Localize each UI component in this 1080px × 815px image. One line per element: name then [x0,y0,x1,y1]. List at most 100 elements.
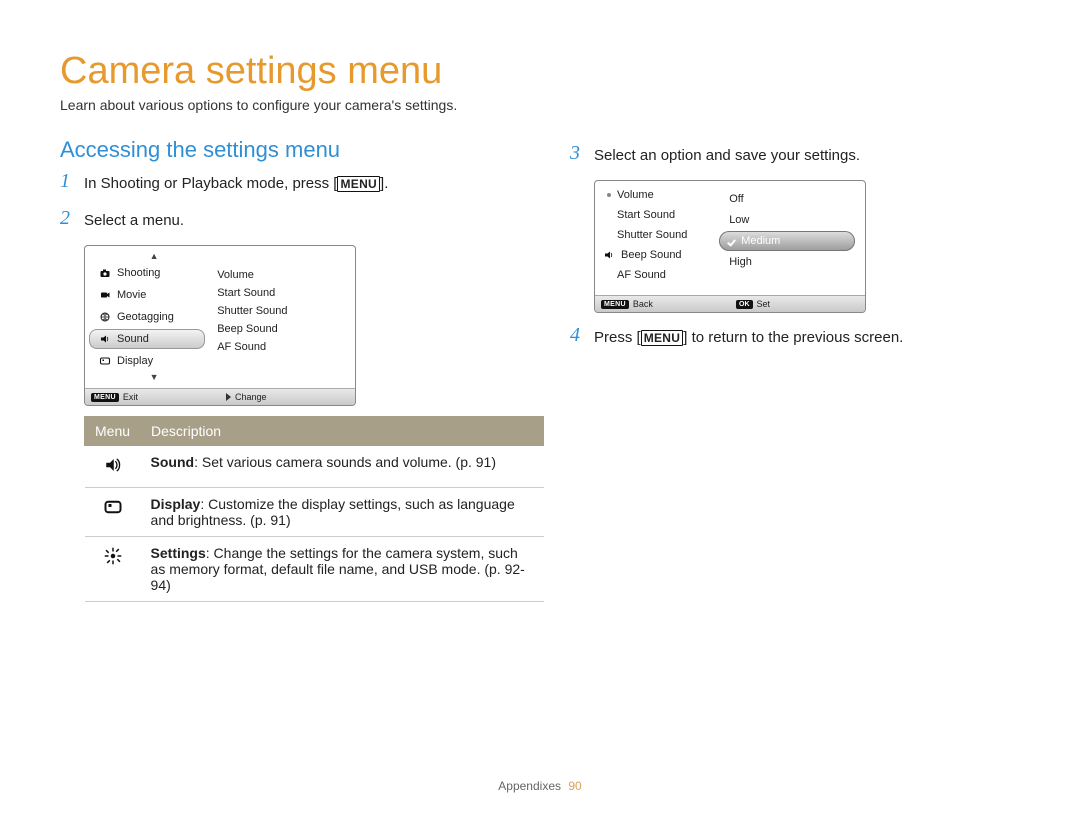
footer-back-label: Back [633,299,653,309]
movie-icon [99,289,111,301]
steps-list-right: 3 Select an option and save your setting… [570,143,1020,166]
footer-page-number: 90 [568,779,581,793]
table-header-desc: Description [141,417,544,446]
check-icon [729,236,737,244]
option-row: Shutter Sound [595,225,719,245]
menu-item-movie: Movie [89,285,205,305]
step-text: Select an option and save your settings. [594,143,860,166]
option-value-label: Medium [741,235,780,247]
menu-item-label: Geotagging [117,311,174,323]
submenu-item: Beep Sound [215,320,351,338]
step-number: 4 [570,325,584,345]
step-text: Press [MENU] to return to the previous s… [594,325,903,348]
option-value-selected: Medium [719,231,855,251]
option-row-beep: Beep Sound [595,245,719,265]
submenu-item: Volume [215,266,351,284]
step-number: 1 [60,171,74,191]
menu-item-label: Sound [117,333,149,345]
step-2: 2 Select a menu. [60,208,510,231]
option-label: Beep Sound [621,249,682,261]
option-row-volume: Volume [595,185,719,205]
right-column: 3 Select an option and save your setting… [570,137,1020,602]
menu-item-label: Display [117,355,153,367]
menu-item-shooting: Shooting [89,263,205,283]
camera-icon [99,267,111,279]
camera-screen-options: Volume Start Sound Shutter Sound [594,180,866,313]
step1-post: ]. [380,175,388,192]
step-1: 1 In Shooting or Playback mode, press [M… [60,171,510,194]
camera-screen-footer: MENU Exit Change [85,388,355,405]
table-desc-cell: Display: Customize the display settings,… [141,488,544,537]
footer-exit-label: Exit [123,392,138,402]
ok-badge-icon: OK [736,300,753,309]
step-number: 3 [570,143,584,163]
page-title: Camera settings menu [60,50,1020,93]
display-icon [85,488,141,537]
menu-left-pane: ▲ Shooting Movie [85,252,209,384]
menu-badge-icon: MENU [91,393,119,402]
gear-icon [85,537,141,602]
content-columns: Accessing the settings menu 1 In Shootin… [60,137,1020,602]
table-row: Settings: Change the settings for the ca… [85,537,544,602]
step-number: 2 [60,208,74,228]
submenu-item: Start Sound [215,284,351,302]
sound-icon [85,446,141,488]
left-column: Accessing the settings menu 1 In Shootin… [60,137,510,602]
menu-description-table: Menu Description Sound: Set various came… [84,416,544,602]
table-row: Display: Customize the display settings,… [85,488,544,537]
step-text: Select a menu. [84,208,184,231]
option-row: Start Sound [595,205,719,225]
camera-screen-footer: MENU Back OK Set [595,295,865,312]
step-4: 4 Press [MENU] to return to the previous… [570,325,1020,348]
footer-section: Appendixes [498,779,561,793]
menu-item-display: Display [89,351,205,371]
desc-text: : Set various camera sounds and volume. … [194,454,496,470]
submenu-item: AF Sound [215,338,351,356]
display-icon [99,355,111,367]
option-label: AF Sound [617,269,666,281]
menu-item-label: Movie [117,289,146,301]
steps-list-left: 1 In Shooting or Playback mode, press [M… [60,171,510,231]
desc-name: Sound [151,454,195,470]
menu-key-badge: MENU [337,176,380,192]
step-3: 3 Select an option and save your setting… [570,143,1020,166]
option-value: High [719,252,855,272]
table-desc-cell: Settings: Change the settings for the ca… [141,537,544,602]
step4-pre: Press [ [594,329,641,346]
sound-icon [603,249,615,261]
option-label: Start Sound [617,209,675,221]
desc-text: : Customize the display settings, such a… [151,496,515,528]
menu-item-sound: Sound [89,329,205,349]
table-row: Sound: Set various camera sounds and vol… [85,446,544,488]
steps-list-right-2: 4 Press [MENU] to return to the previous… [570,325,1020,348]
play-triangle-icon [226,393,231,401]
table-desc-cell: Sound: Set various camera sounds and vol… [141,446,544,488]
option-label: Shutter Sound [617,229,687,241]
menu-item-geotagging: Geotagging [89,307,205,327]
footer-change-label: Change [235,392,267,402]
menu-item-label: Shooting [117,267,160,279]
desc-name: Settings [151,545,206,561]
option-row: AF Sound [595,265,719,285]
options-left-pane: Volume Start Sound Shutter Sound [595,185,719,285]
desc-text: : Change the settings for the camera sys… [151,545,525,593]
option-value: Low [719,210,855,230]
manual-page: Camera settings menu Learn about various… [0,0,1080,602]
step1-pre: In Shooting or Playback mode, press [ [84,175,337,192]
bullet-icon [607,193,611,197]
menu-right-pane: Volume Start Sound Shutter Sound Beep So… [209,252,355,384]
scroll-up-icon: ▲ [99,252,209,261]
scroll-down-icon: ▼ [99,373,209,382]
camera-screen-menu: ▲ Shooting Movie [84,245,356,406]
desc-name: Display [151,496,201,512]
option-value: Off [719,189,855,209]
step-text: In Shooting or Playback mode, press [MEN… [84,171,388,194]
options-right-pane: Off Low Medium High [719,185,865,285]
sound-icon [99,333,111,345]
option-label: Volume [617,189,654,201]
section-subhead: Accessing the settings menu [60,137,510,163]
menu-key-badge: MENU [641,330,684,346]
menu-badge-icon: MENU [601,300,629,309]
footer-set-label: Set [757,299,771,309]
page-footer: Appendixes 90 [0,779,1080,793]
